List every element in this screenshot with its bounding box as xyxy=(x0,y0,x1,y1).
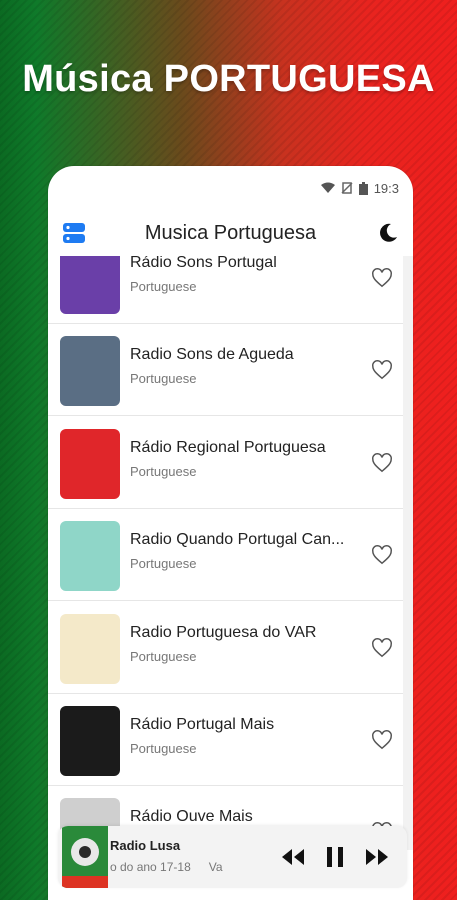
menu-toggle-icon[interactable] xyxy=(62,222,86,244)
station-logo xyxy=(60,614,120,684)
rewind-icon[interactable] xyxy=(280,844,306,870)
pause-icon[interactable] xyxy=(322,844,348,870)
station-row[interactable]: Radio Portuguesa do VAR Portuguese xyxy=(48,602,403,694)
heart-icon[interactable] xyxy=(371,359,393,381)
station-logo xyxy=(60,429,120,499)
player-subtitle-b: Va xyxy=(208,860,223,874)
promo-title: Música PORTUGUESA xyxy=(22,58,435,100)
station-language: Portuguese xyxy=(130,649,197,664)
station-name: Rádio Portugal Mais xyxy=(130,716,275,733)
station-row[interactable]: Radio Sons de Agueda Portuguese xyxy=(48,324,403,416)
station-name: Rádio Ouve Mais xyxy=(130,808,253,825)
station-row[interactable]: Rádio Portugal Mais Portuguese xyxy=(48,694,403,786)
station-row[interactable]: Rádio Sons Portugal Portuguese xyxy=(48,256,403,324)
wifi-icon xyxy=(320,182,335,193)
station-language: Portuguese xyxy=(130,464,197,479)
status-time: 19:3 xyxy=(373,180,399,196)
station-name: Rádio Sons Portugal xyxy=(130,256,277,271)
station-row[interactable]: Radio Quando Portugal Can... Portuguese xyxy=(48,509,403,601)
scrollbar-track[interactable] xyxy=(403,256,413,850)
station-logo xyxy=(60,256,120,314)
heart-icon[interactable] xyxy=(371,544,393,566)
station-name: Rádio Regional Portuguesa xyxy=(130,439,326,456)
station-language: Portuguese xyxy=(130,371,197,386)
station-language: Portuguese xyxy=(130,741,197,756)
battery-icon xyxy=(358,181,368,195)
station-logo xyxy=(60,706,120,776)
player-cover-art xyxy=(62,826,108,888)
player-subtitle-a: o do ano 17-18 xyxy=(110,860,191,874)
mini-player[interactable]: Radio Lusa o do ano 17-18 Va xyxy=(58,826,407,888)
fast-forward-icon[interactable] xyxy=(364,844,390,870)
app-title: Musica Portuguesa xyxy=(144,221,317,244)
station-name: Radio Quando Portugal Can... xyxy=(130,531,345,548)
app-bar: Musica Portuguesa xyxy=(48,210,413,256)
station-name: Radio Portuguesa do VAR xyxy=(130,624,317,641)
player-subtitle: o do ano 17-18 Va xyxy=(110,860,265,874)
station-language: Portuguese xyxy=(130,279,197,294)
heart-icon[interactable] xyxy=(371,729,393,751)
player-station-name: Radio Lusa xyxy=(110,838,181,853)
status-bar: 19:3 xyxy=(48,166,413,210)
station-logo xyxy=(60,521,120,591)
station-logo xyxy=(60,336,120,406)
station-list: Rádio Sons Portugal Portuguese Radio Sons … xyxy=(48,256,413,850)
station-row[interactable]: Rádio Regional Portuguesa Portuguese xyxy=(48,417,403,509)
signal-off-icon xyxy=(341,182,353,194)
heart-icon[interactable] xyxy=(371,637,393,659)
station-name: Radio Sons de Agueda xyxy=(130,346,294,363)
moon-icon[interactable] xyxy=(377,222,399,244)
heart-icon[interactable] xyxy=(371,452,393,474)
station-language: Portuguese xyxy=(130,556,197,571)
heart-icon[interactable] xyxy=(371,267,393,289)
phone-frame: 19:3 Musica Portuguesa Rádio Sons Portug… xyxy=(48,166,413,900)
